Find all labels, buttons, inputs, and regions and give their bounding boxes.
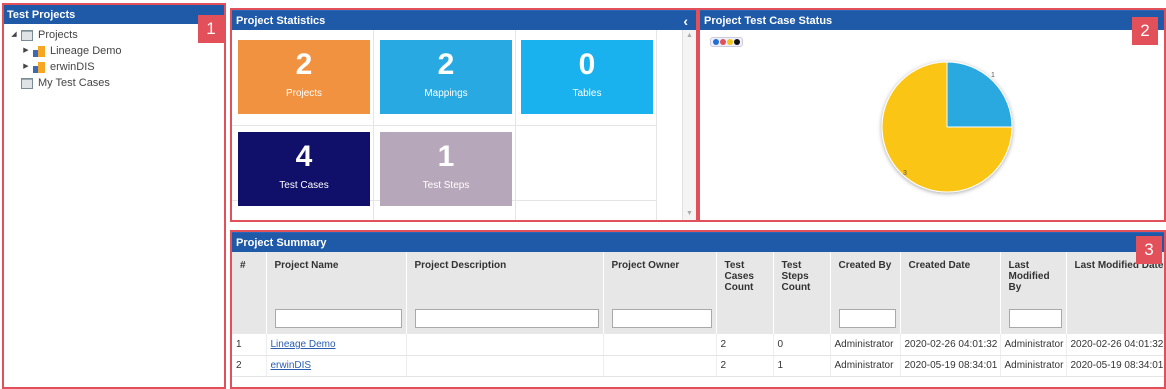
highlight-box-2 [698,8,1166,222]
highlight-box-3 [230,230,1166,389]
callout-badge-1: 1 [198,15,224,43]
callout-badge-3: 3 [1136,236,1162,264]
callout-badge-2: 2 [1132,17,1158,45]
highlight-box-stats [230,8,698,222]
highlight-box-1 [2,3,226,389]
